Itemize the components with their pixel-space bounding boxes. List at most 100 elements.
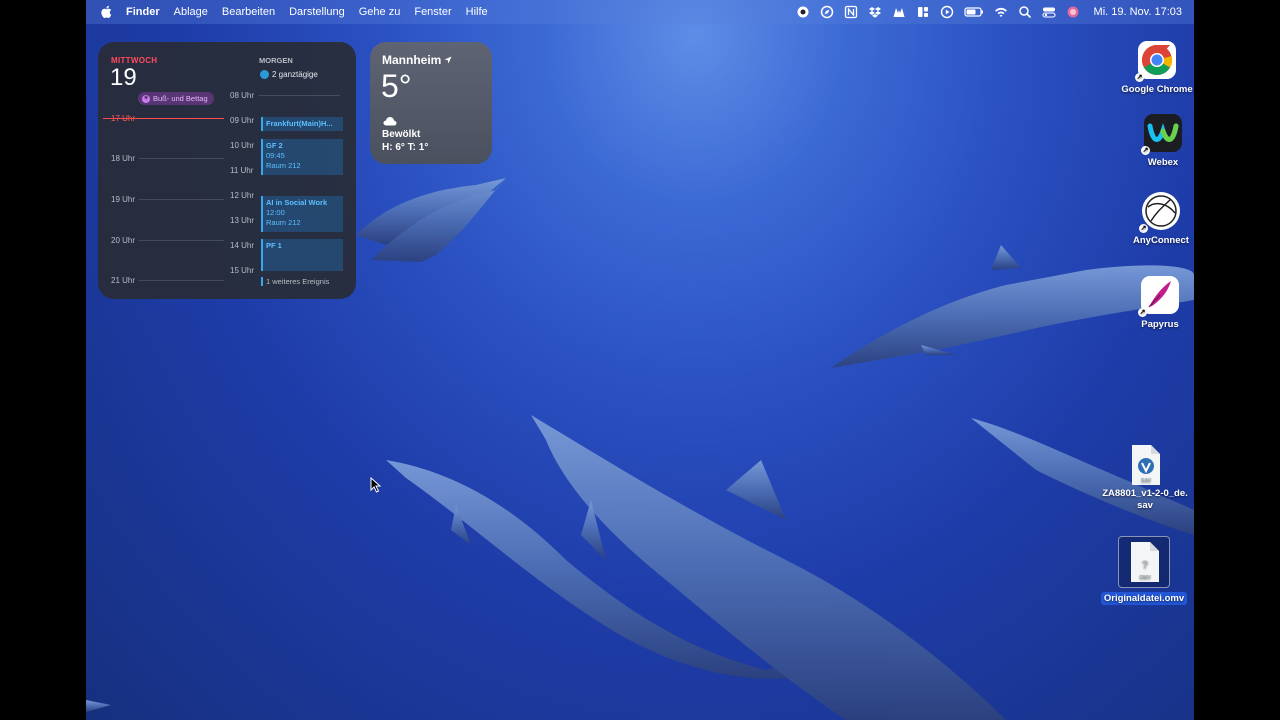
hour-gridline xyxy=(259,95,340,96)
today-hour-17: 17 Uhr xyxy=(103,114,224,123)
desktop-icon-webex[interactable]: ↗ Webex xyxy=(1118,113,1194,168)
hour-label: 13 Uhr xyxy=(230,216,255,225)
today-hour-18: 18 Uhr xyxy=(111,154,224,163)
weather-hilo: H: 6° T: 1° xyxy=(382,142,429,153)
weather-city: Mannheim xyxy=(382,53,452,67)
svg-text:?: ? xyxy=(1142,559,1149,571)
dropbox-icon[interactable] xyxy=(868,5,882,19)
menu-fenster[interactable]: Fenster xyxy=(414,6,451,18)
menu-hilfe[interactable]: Hilfe xyxy=(466,6,488,18)
desktop-icon-anyconnect[interactable]: ↗ AnyConnect xyxy=(1116,191,1194,246)
menu-finder[interactable]: Finder xyxy=(126,6,160,18)
desktop-icon-omv-file[interactable]: ? OMV Originaldatei.omv xyxy=(1099,536,1189,605)
hour-label: 14 Uhr xyxy=(230,241,255,250)
hour-gridline xyxy=(139,199,224,200)
menu-ablage[interactable]: Ablage xyxy=(174,6,208,18)
hour-label: 09 Uhr xyxy=(230,116,255,125)
event-title: Frankfurt(Main)H... xyxy=(266,119,333,128)
hour-gridline xyxy=(139,280,224,281)
menu-bearbeiten[interactable]: Bearbeiten xyxy=(222,6,275,18)
menu-bar: Finder Ablage Bearbeiten Darstellung Geh… xyxy=(86,0,1194,24)
search-icon[interactable] xyxy=(1018,5,1032,19)
desktop[interactable]: Finder Ablage Bearbeiten Darstellung Geh… xyxy=(86,0,1194,720)
hour-label: 12 Uhr xyxy=(230,191,255,200)
siri-icon[interactable] xyxy=(1066,5,1080,19)
today-hour-21: 21 Uhr xyxy=(111,276,224,285)
alias-arrow-icon: ↗ xyxy=(1135,73,1144,82)
hour-label: 10 Uhr xyxy=(230,141,255,150)
chrome-icon: ↗ xyxy=(1135,40,1177,82)
hour-label: 08 Uhr xyxy=(230,91,255,100)
play-icon[interactable] xyxy=(940,5,954,19)
webex-icon: ↗ xyxy=(1141,113,1183,155)
sav-file-icon: SAV xyxy=(1125,444,1165,485)
papyrus-icon: ↗ xyxy=(1138,275,1180,317)
mouse-pointer-icon xyxy=(370,477,382,493)
more-events[interactable]: 1 weiteres Ereignis xyxy=(261,277,329,286)
weather-widget[interactable]: Mannheim 5° Bewölkt H: 6° T: 1° xyxy=(370,42,492,164)
event-room: Raum 212 xyxy=(266,218,301,227)
desktop-icon-papyrus[interactable]: ↗ Papyrus xyxy=(1115,275,1194,330)
hour-label: 11 Uhr xyxy=(230,166,254,175)
event-time: 09:45 xyxy=(266,151,285,160)
calendar-day: 19 xyxy=(110,64,137,91)
nordvpn-icon[interactable] xyxy=(892,5,906,19)
holiday-badge: ✶ Buß- und Bettag xyxy=(138,92,214,105)
file-ext-label: SAV xyxy=(1141,478,1152,484)
battery-icon[interactable] xyxy=(963,5,984,19)
hour-label: 19 Uhr xyxy=(111,195,136,204)
event-gf2[interactable]: GF 2 09:45 Raum 212 xyxy=(261,139,343,175)
hour-label: 15 Uhr xyxy=(230,266,255,275)
hour-label: 18 Uhr xyxy=(111,154,136,163)
event-title: GF 2 xyxy=(266,141,283,150)
today-hour-20: 20 Uhr xyxy=(111,236,224,245)
weather-condition: Bewölkt xyxy=(382,129,421,140)
alias-arrow-icon: ↗ xyxy=(1138,308,1147,317)
cloud-icon xyxy=(383,117,397,126)
event-time: 12:00 xyxy=(266,208,285,217)
desktop-icon-sav-file[interactable]: SAV ZA8801_v1-2-0_de.sav xyxy=(1100,444,1190,512)
record-icon[interactable] xyxy=(796,5,810,19)
alias-arrow-icon: ↗ xyxy=(1139,224,1148,233)
event-frankfurt[interactable]: Frankfurt(Main)H... xyxy=(261,117,343,131)
menu-darstellung[interactable]: Darstellung xyxy=(289,6,345,18)
event-ai-social-work[interactable]: AI in Social Work 12:00 Raum 212 xyxy=(261,196,343,232)
desktop-icon-label: Google Chrome xyxy=(1121,84,1193,95)
desktop-icon-chrome[interactable]: ↗ Google Chrome xyxy=(1112,40,1194,95)
event-title: PF 1 xyxy=(266,241,282,250)
today-hour-19: 19 Uhr xyxy=(111,195,224,204)
alias-arrow-icon: ↗ xyxy=(1141,146,1150,155)
hour-label: 20 Uhr xyxy=(111,236,136,245)
desktop-icon-label: ZA8801_v1-2-0_de.sav xyxy=(1102,488,1188,511)
menu-gehe-zu[interactable]: Gehe zu xyxy=(359,6,401,18)
hour-gridline xyxy=(139,240,224,241)
compass-icon[interactable] xyxy=(820,5,834,19)
allday-dot-icon xyxy=(260,70,269,79)
weather-city-label: Mannheim xyxy=(382,53,442,67)
control-center-icon[interactable] xyxy=(1041,5,1056,19)
tomorrow-hour-08: 08 Uhr xyxy=(230,91,340,100)
hour-gridline xyxy=(139,158,224,159)
current-time-line xyxy=(103,118,224,119)
layout-icon[interactable] xyxy=(916,5,930,19)
desktop-icon-label: AnyConnect xyxy=(1133,235,1189,246)
allday-events[interactable]: 2 ganztägige xyxy=(260,70,318,79)
wifi-icon[interactable] xyxy=(994,5,1008,19)
anyconnect-icon: ↗ xyxy=(1139,191,1181,233)
hour-label: 21 Uhr xyxy=(111,276,136,285)
file-ext-label: OMV xyxy=(1139,575,1151,581)
holiday-label: Buß- und Bettag xyxy=(153,94,208,103)
holiday-star-icon: ✶ xyxy=(142,94,150,103)
event-title: AI in Social Work xyxy=(266,198,328,207)
event-room: Raum 212 xyxy=(266,161,301,170)
notion-icon[interactable] xyxy=(844,5,858,19)
weather-temp: 5° xyxy=(381,68,412,104)
desktop-icon-label: Originaldatei.omv xyxy=(1100,592,1188,605)
desktop-icon-label: Webex xyxy=(1147,157,1179,168)
calendar-widget[interactable]: MITTWOCH 19 ✶ Buß- und Bettag 17 Uhr 18 … xyxy=(98,42,356,299)
apple-menu-icon[interactable] xyxy=(100,5,112,19)
location-arrow-icon xyxy=(444,56,452,64)
menubar-clock[interactable]: Mi. 19. Nov. 17:03 xyxy=(1094,6,1182,18)
tomorrow-label: MORGEN xyxy=(259,56,293,65)
event-pf1[interactable]: PF 1 xyxy=(261,239,343,271)
